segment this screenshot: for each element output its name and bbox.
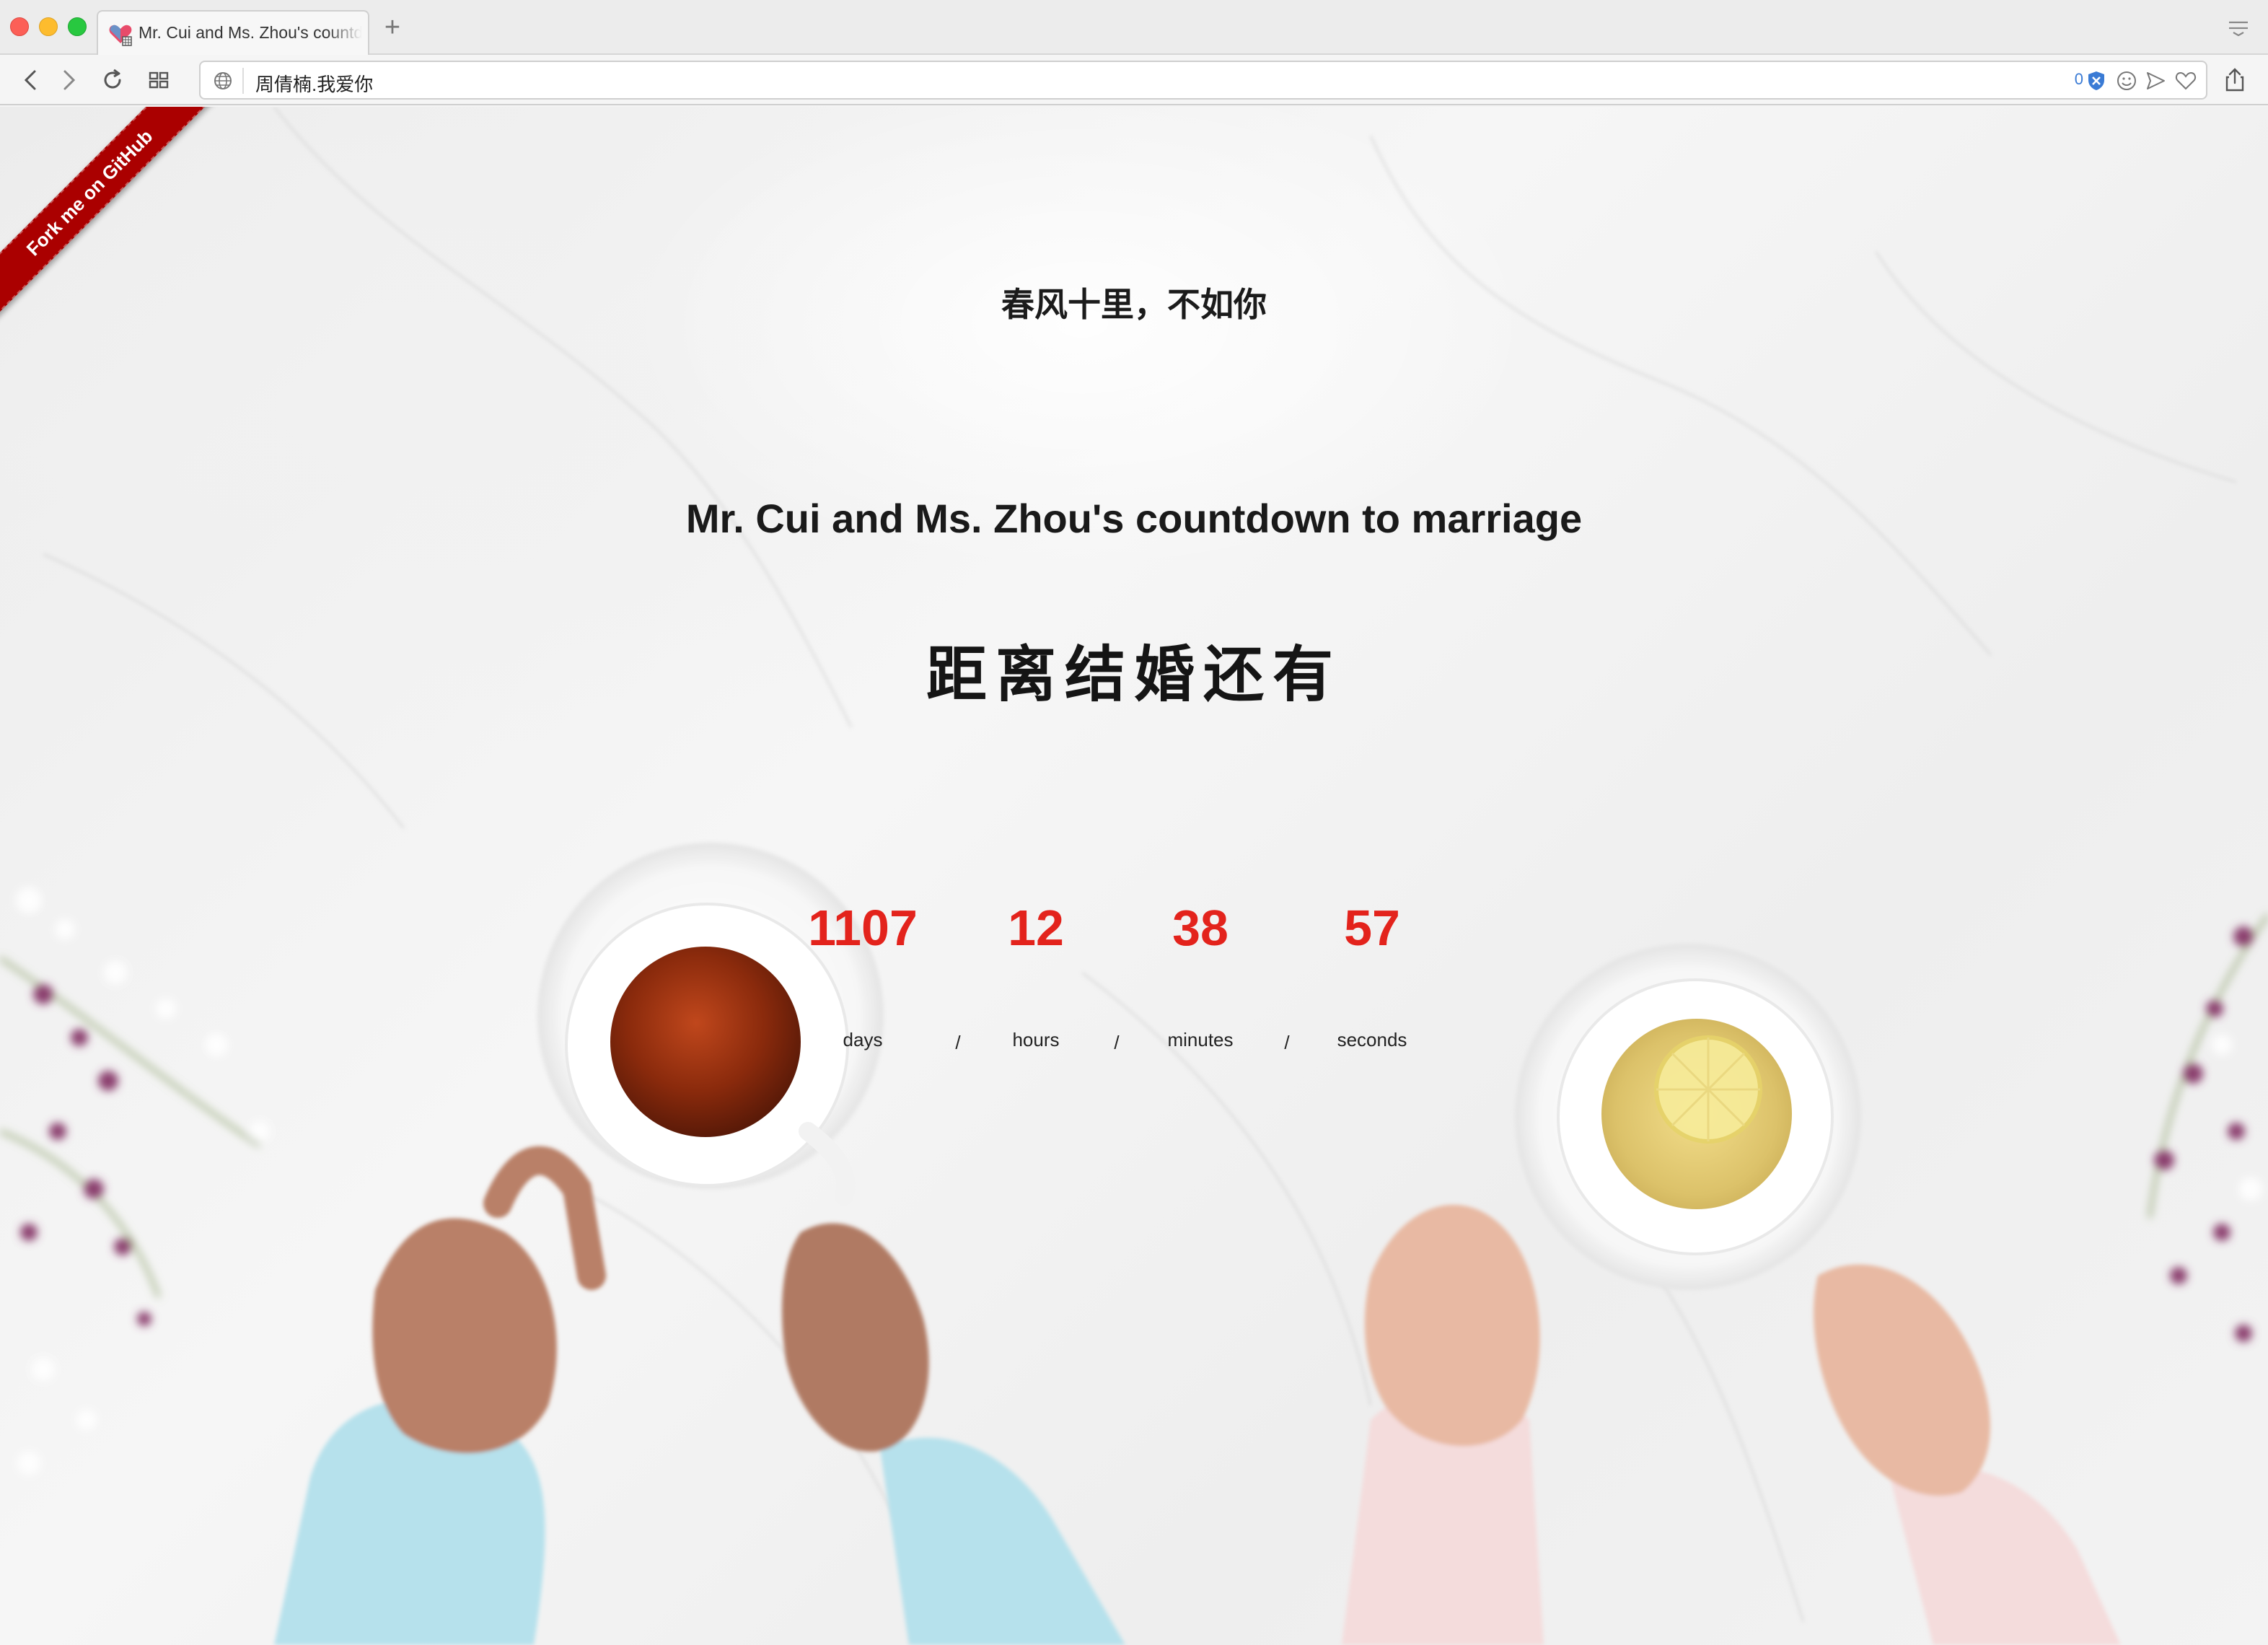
countdown-hours-label: hours: [1012, 1029, 1060, 1050]
poem-line: 春风十里，不如你: [1001, 286, 1267, 323]
lemon-tea-cup: [1515, 944, 1861, 1290]
address-bar-divider: [242, 68, 244, 94]
shield-icon[interactable]: [2085, 69, 2108, 92]
left-flowers: [0, 887, 270, 1475]
page-title-english: Mr. Cui and Ms. Zhou's countdown to marr…: [685, 496, 1583, 541]
background-photo: [0, 107, 2268, 1645]
heart-bookmark-icon[interactable]: [2174, 69, 2197, 92]
minimize-window-button[interactable]: [39, 17, 58, 36]
dark-tea-cup: [537, 843, 884, 1206]
zoom-window-button[interactable]: [68, 17, 87, 36]
countdown-minutes-value: 38: [1172, 900, 1228, 956]
reload-icon[interactable]: [98, 66, 127, 95]
tab-title: Mr. Cui and Ms. Zhou's countdown to marr…: [139, 23, 362, 43]
shield-count: 0: [2074, 70, 2083, 88]
countdown-days-value: 1107: [808, 900, 918, 956]
emoji-icon[interactable]: [2115, 69, 2138, 92]
heart-favicon-icon: [109, 25, 132, 46]
forward-arrow-icon[interactable]: [53, 66, 82, 95]
share-icon[interactable]: [2220, 66, 2249, 95]
url-text[interactable]: 周倩楠.我爱你: [255, 70, 373, 97]
browser-tab[interactable]: Mr. Cui and Ms. Zhou's countdown to marr…: [97, 10, 369, 55]
left-person-arms: [274, 1146, 1125, 1645]
countdown-hours-value: 12: [1008, 900, 1064, 956]
back-arrow-icon[interactable]: [17, 66, 46, 95]
tab-menu-icon[interactable]: [2228, 20, 2249, 36]
countdown-days-label: days: [843, 1029, 883, 1050]
close-window-button[interactable]: [10, 17, 29, 36]
countdown-minutes-label: minutes: [1167, 1029, 1234, 1050]
speed-dial-grid-icon[interactable]: [144, 66, 173, 95]
send-icon[interactable]: [2144, 69, 2167, 92]
browser-toolbar: 周倩楠.我爱你 0: [0, 55, 2268, 105]
browser-tab-bar: Mr. Cui and Ms. Zhou's countdown to marr…: [0, 0, 2268, 55]
new-tab-button[interactable]: +: [379, 14, 405, 41]
right-flowers: [2148, 913, 2268, 1342]
page-title-chinese: 距离结婚还有: [926, 641, 1342, 709]
page-viewport: Fork me on GitHub 春风十里，不如你 Mr. Cui and M…: [0, 107, 2268, 1645]
address-bar[interactable]: 周倩楠.我爱你 0: [199, 61, 2207, 100]
globe-icon: [214, 72, 232, 89]
countdown-seconds-value: 57: [1344, 900, 1400, 956]
countdown-seconds-label: seconds: [1337, 1029, 1407, 1050]
